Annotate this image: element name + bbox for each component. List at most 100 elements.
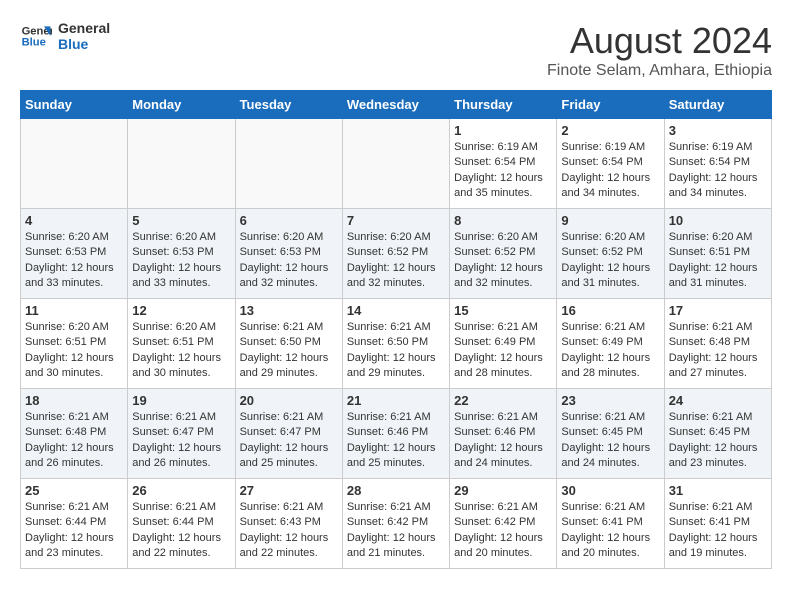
day-detail: Sunrise: 6:21 AM Sunset: 6:49 PM Dayligh… (454, 320, 552, 382)
day-number: 26 (132, 483, 230, 498)
weekday-header-tuesday: Tuesday (235, 91, 342, 119)
calendar-cell: 8Sunrise: 6:20 AM Sunset: 6:52 PM Daylig… (450, 209, 557, 299)
calendar-cell: 27 Sunrise: 6:21 AM Sunset: 6:43 PM Dayli… (235, 479, 342, 569)
day-number: 21 (347, 393, 445, 408)
day-detail: Sunrise: 6:21 AM Sunset: 6:45 PM Dayligh… (561, 410, 659, 472)
day-detail: Sunrise: 6:21 AM Sunset: 6:47 PM Dayligh… (240, 410, 338, 472)
day-number: 3 (669, 123, 767, 138)
day-detail: Sunrise: 6:21 AM Sunset: 6:48 PM Dayligh… (25, 410, 123, 472)
calendar-cell: 9Sunrise: 6:20 AM Sunset: 6:52 PM Daylig… (557, 209, 664, 299)
calendar-cell: 31 Sunrise: 6:21 AM Sunset: 6:41 PM Dayli… (664, 479, 771, 569)
day-detail: Sunrise: 6:21 AM Sunset: 6:48 PM Dayligh… (669, 320, 767, 382)
calendar-cell: 10 Sunrise: 6:20 AM Sunset: 6:51 PM Dayli… (664, 209, 771, 299)
day-number: 7 (347, 213, 445, 228)
day-number: 31 (669, 483, 767, 498)
day-detail: Sunrise: 6:19 AM Sunset: 6:54 PM Dayligh… (669, 140, 767, 202)
day-number: 29 (454, 483, 552, 498)
day-detail: Sunrise: 6:20 AM Sunset: 6:53 PM Dayligh… (25, 230, 123, 292)
calendar-cell: 22 Sunrise: 6:21 AM Sunset: 6:46 PM Dayli… (450, 389, 557, 479)
day-detail: Sunrise: 6:21 AM Sunset: 6:46 PM Dayligh… (454, 410, 552, 472)
logo-line1: General (58, 20, 110, 36)
calendar-cell: 20 Sunrise: 6:21 AM Sunset: 6:47 PM Dayli… (235, 389, 342, 479)
day-detail: Sunrise: 6:20 AM Sunset: 6:53 PM Dayligh… (132, 230, 230, 292)
calendar-cell: 18Sunrise: 6:21 AM Sunset: 6:48 PM Dayli… (21, 389, 128, 479)
weekday-header-monday: Monday (128, 91, 235, 119)
calendar-table: SundayMondayTuesdayWednesdayThursdayFrid… (20, 90, 772, 569)
calendar-cell: 21 Sunrise: 6:21 AM Sunset: 6:46 PM Dayli… (342, 389, 449, 479)
day-detail: Sunrise: 6:20 AM Sunset: 6:51 PM Dayligh… (132, 320, 230, 382)
day-number: 5 (132, 213, 230, 228)
weekday-header-saturday: Saturday (664, 91, 771, 119)
day-detail: Sunrise: 6:19 AM Sunset: 6:54 PM Dayligh… (561, 140, 659, 202)
day-detail: Sunrise: 6:21 AM Sunset: 6:46 PM Dayligh… (347, 410, 445, 472)
calendar-cell: 24 Sunrise: 6:21 AM Sunset: 6:45 PM Dayli… (664, 389, 771, 479)
day-number: 22 (454, 393, 552, 408)
day-number: 28 (347, 483, 445, 498)
calendar-cell: 11 Sunrise: 6:20 AM Sunset: 6:51 PM Dayli… (21, 299, 128, 389)
calendar-cell: 12 Sunrise: 6:20 AM Sunset: 6:51 PM Dayli… (128, 299, 235, 389)
day-number: 15 (454, 303, 552, 318)
calendar-week-row: 18Sunrise: 6:21 AM Sunset: 6:48 PM Dayli… (21, 389, 772, 479)
calendar-cell: 5 Sunrise: 6:20 AM Sunset: 6:53 PM Daylig… (128, 209, 235, 299)
weekday-header-sunday: Sunday (21, 91, 128, 119)
day-detail: Sunrise: 6:20 AM Sunset: 6:51 PM Dayligh… (25, 320, 123, 382)
calendar-cell: 16 Sunrise: 6:21 AM Sunset: 6:49 PM Dayli… (557, 299, 664, 389)
day-detail: Sunrise: 6:21 AM Sunset: 6:44 PM Dayligh… (132, 500, 230, 562)
day-number: 23 (561, 393, 659, 408)
calendar-cell: 25Sunrise: 6:21 AM Sunset: 6:44 PM Dayli… (21, 479, 128, 569)
day-number: 24 (669, 393, 767, 408)
title-section: August 2024 Finote Selam, Amhara, Ethiop… (547, 20, 772, 80)
calendar-cell: 19 Sunrise: 6:21 AM Sunset: 6:47 PM Dayli… (128, 389, 235, 479)
day-number: 9 (561, 213, 659, 228)
calendar-cell: 28 Sunrise: 6:21 AM Sunset: 6:42 PM Dayli… (342, 479, 449, 569)
day-detail: Sunrise: 6:21 AM Sunset: 6:42 PM Dayligh… (347, 500, 445, 562)
calendar-week-row: 11 Sunrise: 6:20 AM Sunset: 6:51 PM Dayli… (21, 299, 772, 389)
day-detail: Sunrise: 6:21 AM Sunset: 6:45 PM Dayligh… (669, 410, 767, 472)
day-detail: Sunrise: 6:19 AM Sunset: 6:54 PM Dayligh… (454, 140, 552, 202)
day-detail: Sunrise: 6:20 AM Sunset: 6:52 PM Dayligh… (454, 230, 552, 292)
calendar-cell (342, 119, 449, 209)
day-detail: Sunrise: 6:21 AM Sunset: 6:49 PM Dayligh… (561, 320, 659, 382)
day-detail: Sunrise: 6:21 AM Sunset: 6:41 PM Dayligh… (669, 500, 767, 562)
day-detail: Sunrise: 6:21 AM Sunset: 6:42 PM Dayligh… (454, 500, 552, 562)
weekday-header-row: SundayMondayTuesdayWednesdayThursdayFrid… (21, 91, 772, 119)
day-number: 19 (132, 393, 230, 408)
calendar-cell (235, 119, 342, 209)
calendar-cell: 14Sunrise: 6:21 AM Sunset: 6:50 PM Dayli… (342, 299, 449, 389)
svg-text:Blue: Blue (22, 37, 46, 49)
calendar-body: 1 Sunrise: 6:19 AM Sunset: 6:54 PM Daylig… (21, 119, 772, 569)
day-number: 27 (240, 483, 338, 498)
day-detail: Sunrise: 6:20 AM Sunset: 6:51 PM Dayligh… (669, 230, 767, 292)
calendar-cell (128, 119, 235, 209)
day-number: 17 (669, 303, 767, 318)
day-number: 13 (240, 303, 338, 318)
page-header: General Blue General Blue August 2024 Fi… (20, 20, 772, 80)
day-number: 6 (240, 213, 338, 228)
day-number: 2 (561, 123, 659, 138)
calendar-week-row: 25 Sunrise: 6:21 AM Sunset: 6:44 PM Dayli… (21, 479, 772, 569)
logo-icon: General Blue (20, 20, 52, 52)
day-number: 20 (240, 393, 338, 408)
day-number: 11 (25, 303, 123, 318)
day-number: 10 (669, 213, 767, 228)
calendar-cell: 13Sunrise: 6:21 AM Sunset: 6:50 PM Dayli… (235, 299, 342, 389)
day-detail: Sunrise: 6:21 AM Sunset: 6:43 PM Dayligh… (240, 500, 338, 562)
calendar-cell (21, 119, 128, 209)
logo: General Blue General Blue (20, 20, 110, 52)
calendar-cell: 1 Sunrise: 6:19 AM Sunset: 6:54 PM Daylig… (450, 119, 557, 209)
day-number: 16 (561, 303, 659, 318)
calendar-week-row: 1 Sunrise: 6:19 AM Sunset: 6:54 PM Daylig… (21, 119, 772, 209)
calendar-cell: 30Sunrise: 6:21 AM Sunset: 6:41 PM Dayli… (557, 479, 664, 569)
day-detail: Sunrise: 6:20 AM Sunset: 6:53 PM Dayligh… (240, 230, 338, 292)
day-number: 25 (25, 483, 123, 498)
day-number: 1 (454, 123, 552, 138)
weekday-header-wednesday: Wednesday (342, 91, 449, 119)
calendar-cell: 3 Sunrise: 6:19 AM Sunset: 6:54 PM Daylig… (664, 119, 771, 209)
calendar-week-row: 4Sunrise: 6:20 AM Sunset: 6:53 PM Daylig… (21, 209, 772, 299)
day-number: 14 (347, 303, 445, 318)
day-number: 12 (132, 303, 230, 318)
day-detail: Sunrise: 6:20 AM Sunset: 6:52 PM Dayligh… (347, 230, 445, 292)
logo-line2: Blue (58, 36, 110, 52)
weekday-header-friday: Friday (557, 91, 664, 119)
day-detail: Sunrise: 6:21 AM Sunset: 6:47 PM Dayligh… (132, 410, 230, 472)
